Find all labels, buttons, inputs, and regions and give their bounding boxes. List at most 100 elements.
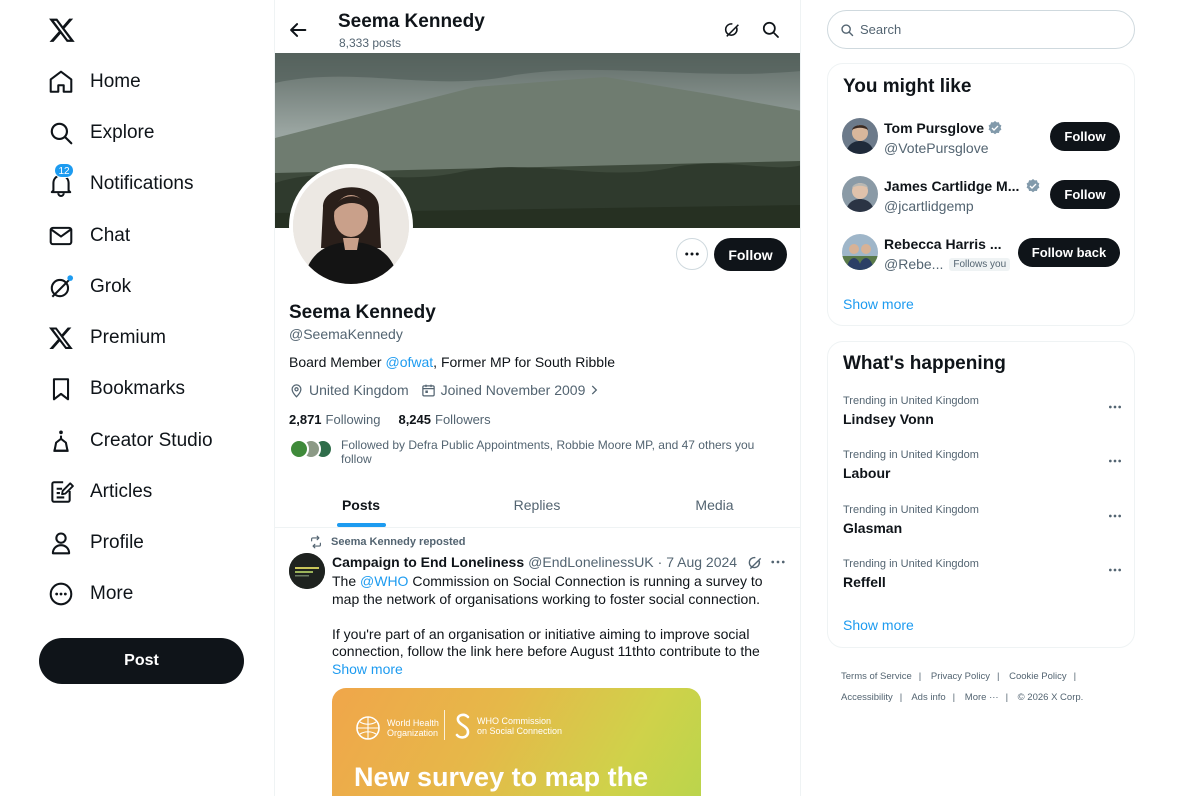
trend-item[interactable]: Trending in United Kingdom Labour <box>843 449 1123 493</box>
ads-info-link[interactable]: Ads info <box>911 692 945 703</box>
commission-logo-block: WHO Commission on Social Connection <box>454 712 562 740</box>
nav-articles[interactable]: Articles <box>48 472 152 512</box>
search-bar[interactable] <box>827 10 1135 49</box>
tweet-mention-link[interactable]: @WHO <box>360 573 408 589</box>
tab-replies[interactable]: Replies <box>449 482 625 528</box>
nav-profile[interactable]: Profile <box>48 523 144 563</box>
copyright-text: © 2026 X Corp. <box>1017 692 1084 703</box>
nav-more-label: More <box>90 583 134 604</box>
nav-grok[interactable]: Grok <box>48 267 131 307</box>
tweet-show-more-link[interactable]: Show more <box>332 661 403 677</box>
footer-more-link[interactable]: More ··· <box>965 692 999 703</box>
you-might-like-panel: You might like Tom Pursglove @VotePursgl… <box>827 63 1135 326</box>
trend-context: Trending in United Kingdom <box>843 449 979 461</box>
trend-more-icon[interactable] <box>1107 399 1123 415</box>
follows-you-badge: Follows you <box>949 257 1011 271</box>
search-input[interactable] <box>860 22 1100 37</box>
profile-location: United Kingdom <box>309 382 409 398</box>
nav-grok-label: Grok <box>90 276 132 297</box>
profile-more-button[interactable] <box>676 238 708 270</box>
back-arrow-icon[interactable] <box>287 19 309 41</box>
follow-button[interactable]: Follow <box>714 238 787 271</box>
nav-bookmarks-label: Bookmarks <box>90 378 186 399</box>
tab-media[interactable]: Media <box>627 482 800 528</box>
nav-chat[interactable]: Chat <box>48 216 130 256</box>
followed-by-row[interactable]: Followed by Defra Public Appointments, R… <box>289 438 779 466</box>
tweet-date[interactable]: · 7 Aug 2024 <box>658 554 737 570</box>
grok-icon[interactable] <box>747 555 763 571</box>
nav-home[interactable]: Home <box>48 62 141 102</box>
footer-links: Terms of Service | Privacy Policy | Cookie… <box>841 666 1141 708</box>
follow-back-button[interactable]: Follow back <box>1018 238 1120 267</box>
nav-creator-studio-label: Creator Studio <box>90 430 213 451</box>
nav-bookmarks[interactable]: Bookmarks <box>48 369 185 409</box>
nav-creator-studio[interactable]: Creator Studio <box>48 421 213 461</box>
suggestion-row[interactable]: James Cartlidge M... @jcartlidgemp Follo… <box>842 176 1122 216</box>
profile-joined-date: Joined November 2009 <box>440 382 586 398</box>
accessibility-link[interactable]: Accessibility <box>841 692 893 703</box>
followers-link[interactable]: 8,245 Followers <box>398 412 490 427</box>
suggestion-name-text: Tom Pursglove <box>884 120 985 136</box>
commission-line-2: on Social Connection <box>477 726 563 736</box>
show-more-suggestions-link[interactable]: Show more <box>843 296 914 312</box>
right-sidebar: You might like Tom Pursglove @VotePursgl… <box>801 0 1200 796</box>
grok-icon <box>48 274 74 300</box>
tweet-more-icon[interactable] <box>769 553 787 571</box>
trend-item[interactable]: Trending in United Kingdom Reffell <box>843 558 1123 602</box>
who-line-1: World Health <box>387 718 439 728</box>
suggestion-follow-button[interactable]: Follow <box>1050 180 1120 209</box>
trend-more-icon[interactable] <box>1107 508 1123 524</box>
nav-chat-label: Chat <box>90 225 131 246</box>
search-icon[interactable] <box>761 20 780 39</box>
nav-premium[interactable]: Premium <box>48 318 166 358</box>
trend-more-icon[interactable] <box>1107 562 1123 578</box>
privacy-link[interactable]: Privacy Policy <box>931 671 990 682</box>
tweet-author-avatar[interactable] <box>289 553 325 589</box>
suggestion-name-text: James Cartlidge M... <box>884 178 1020 194</box>
nav-explore[interactable]: Explore <box>48 113 154 153</box>
cookie-link[interactable]: Cookie Policy <box>1009 671 1067 682</box>
profile-stats: 2,871 Following 8,245 Followers <box>289 412 509 427</box>
repost-icon <box>311 535 321 549</box>
nav-more[interactable]: More <box>48 574 133 614</box>
trend-item[interactable]: Trending in United Kingdom Glasman <box>843 504 1123 548</box>
suggestion-handle: @VotePursglove <box>884 140 989 156</box>
footer-separator: | <box>996 671 1000 682</box>
grok-icon[interactable] <box>723 21 741 39</box>
whats-happening-panel: What's happening Trending in United King… <box>827 341 1135 648</box>
suggestion-follow-button[interactable]: Follow <box>1050 122 1120 151</box>
nav-notifications-label: Notifications <box>90 173 194 194</box>
profile-photo <box>293 168 409 284</box>
show-more-trends-link[interactable]: Show more <box>843 617 914 633</box>
suggestion-handle-text: @Rebe... <box>884 256 944 272</box>
repost-indicator[interactable]: Seema Kennedy reposted <box>309 535 466 549</box>
nav-notifications[interactable]: 12 Notifications <box>48 163 194 204</box>
nav-profile-label: Profile <box>90 532 144 553</box>
profile-name: Seema Kennedy <box>289 302 436 323</box>
x-logo-icon[interactable] <box>48 16 76 44</box>
post-button[interactable]: Post <box>39 638 244 684</box>
trend-more-icon[interactable] <box>1107 453 1123 469</box>
followed-by-text[interactable]: Followed by Defra Public Appointments, R… <box>341 438 771 466</box>
card-headline: New survey to map the <box>354 762 649 792</box>
terms-link[interactable]: Terms of Service <box>841 671 912 682</box>
tab-posts[interactable]: Posts <box>275 482 447 528</box>
trend-name: Reffell <box>843 574 886 590</box>
chevron-right-icon[interactable] <box>587 383 601 397</box>
tweet-media-card[interactable]: World Health Organization WHO Commission o… <box>332 688 701 796</box>
suggestion-row[interactable]: Tom Pursglove @VotePursglove Follow <box>842 118 1122 158</box>
tweet-author-handle[interactable]: @EndLonelinessUK <box>528 554 654 570</box>
calendar-icon <box>421 384 435 396</box>
trend-item[interactable]: Trending in United Kingdom Lindsey Vonn <box>843 395 1123 439</box>
suggestion-avatar <box>842 234 878 270</box>
suggestion-row[interactable]: Rebecca Harris ... @Rebe... Follows you … <box>842 234 1122 274</box>
person-icon <box>51 532 71 555</box>
home-icon <box>49 70 73 93</box>
bio-mention-link[interactable]: @ofwat <box>385 354 433 370</box>
following-link[interactable]: 2,871 Following <box>289 412 380 427</box>
profile-tabs: Posts Replies Media <box>275 482 800 528</box>
trend-context: Trending in United Kingdom <box>843 504 979 516</box>
tweet-author-name[interactable]: Campaign to End Loneliness <box>332 554 524 570</box>
header-post-count: 8,333 posts <box>339 36 402 50</box>
profile-avatar[interactable] <box>289 164 413 288</box>
